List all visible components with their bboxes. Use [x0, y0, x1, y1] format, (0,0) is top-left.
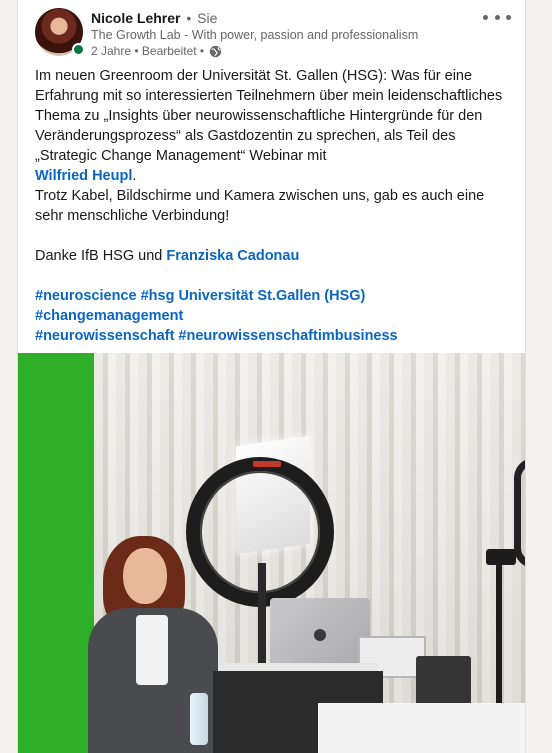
water-bottle: [190, 693, 208, 745]
post-paragraph-1-end: Wilfried Heupl.: [35, 166, 515, 186]
hashtags-line-3[interactable]: #neurowissenschaft #neurowissenschaftimb…: [35, 326, 515, 346]
separator-dot: •: [186, 10, 192, 26]
hashtags-line-1[interactable]: #neuroscience #hsg Universität St.Gallen…: [35, 286, 515, 306]
post-body: Im neuen Greenroom der Universität St. G…: [35, 66, 515, 346]
post-meta-text: 2 Jahre • Bearbeitet •: [91, 44, 205, 58]
post-thanks: Danke IfB HSG und Franziska Cadonau: [35, 246, 515, 266]
post-paragraph-1: Im neuen Greenroom der Universität St. G…: [35, 66, 515, 166]
hashtags-line-2[interactable]: #changemanagement: [35, 306, 515, 326]
laptop-logo-icon: [314, 629, 326, 641]
post-header: Nicole Lehrer • Sie The Growth Lab - Wit…: [18, 0, 525, 62]
online-status-indicator: [72, 43, 85, 56]
speaker-face: [123, 548, 167, 604]
post-paragraph-2: Trotz Kabel, Bildschirme und Kamera zwis…: [35, 188, 485, 224]
globe-icon: [209, 45, 222, 57]
author-headline: The Growth Lab - With power, passion and…: [91, 28, 419, 42]
post-paragraph-1-text: Im neuen Greenroom der Universität St. G…: [35, 68, 503, 164]
post-meta: 2 Jahre • Bearbeitet •: [91, 44, 222, 58]
author-name-line: Nicole Lehrer • Sie: [91, 10, 217, 26]
thanks-text: Danke IfB HSG und: [35, 248, 163, 264]
mention-franziska-cadonau[interactable]: Franziska Cadonau: [166, 248, 299, 264]
mention-wilfried-heupl[interactable]: Wilfried Heupl: [35, 168, 132, 184]
ellipsis-icon[interactable]: [483, 10, 511, 24]
green-screen: [18, 353, 94, 753]
author-name[interactable]: Nicole Lehrer: [91, 10, 180, 26]
ring-light-display: [253, 461, 281, 467]
author-relation: Sie: [197, 10, 218, 26]
desk: [318, 703, 525, 753]
author-avatar[interactable]: [35, 8, 85, 58]
period: .: [132, 168, 137, 184]
feed-post-card: Nicole Lehrer • Sie The Growth Lab - Wit…: [17, 0, 526, 753]
post-image[interactable]: [18, 353, 525, 753]
